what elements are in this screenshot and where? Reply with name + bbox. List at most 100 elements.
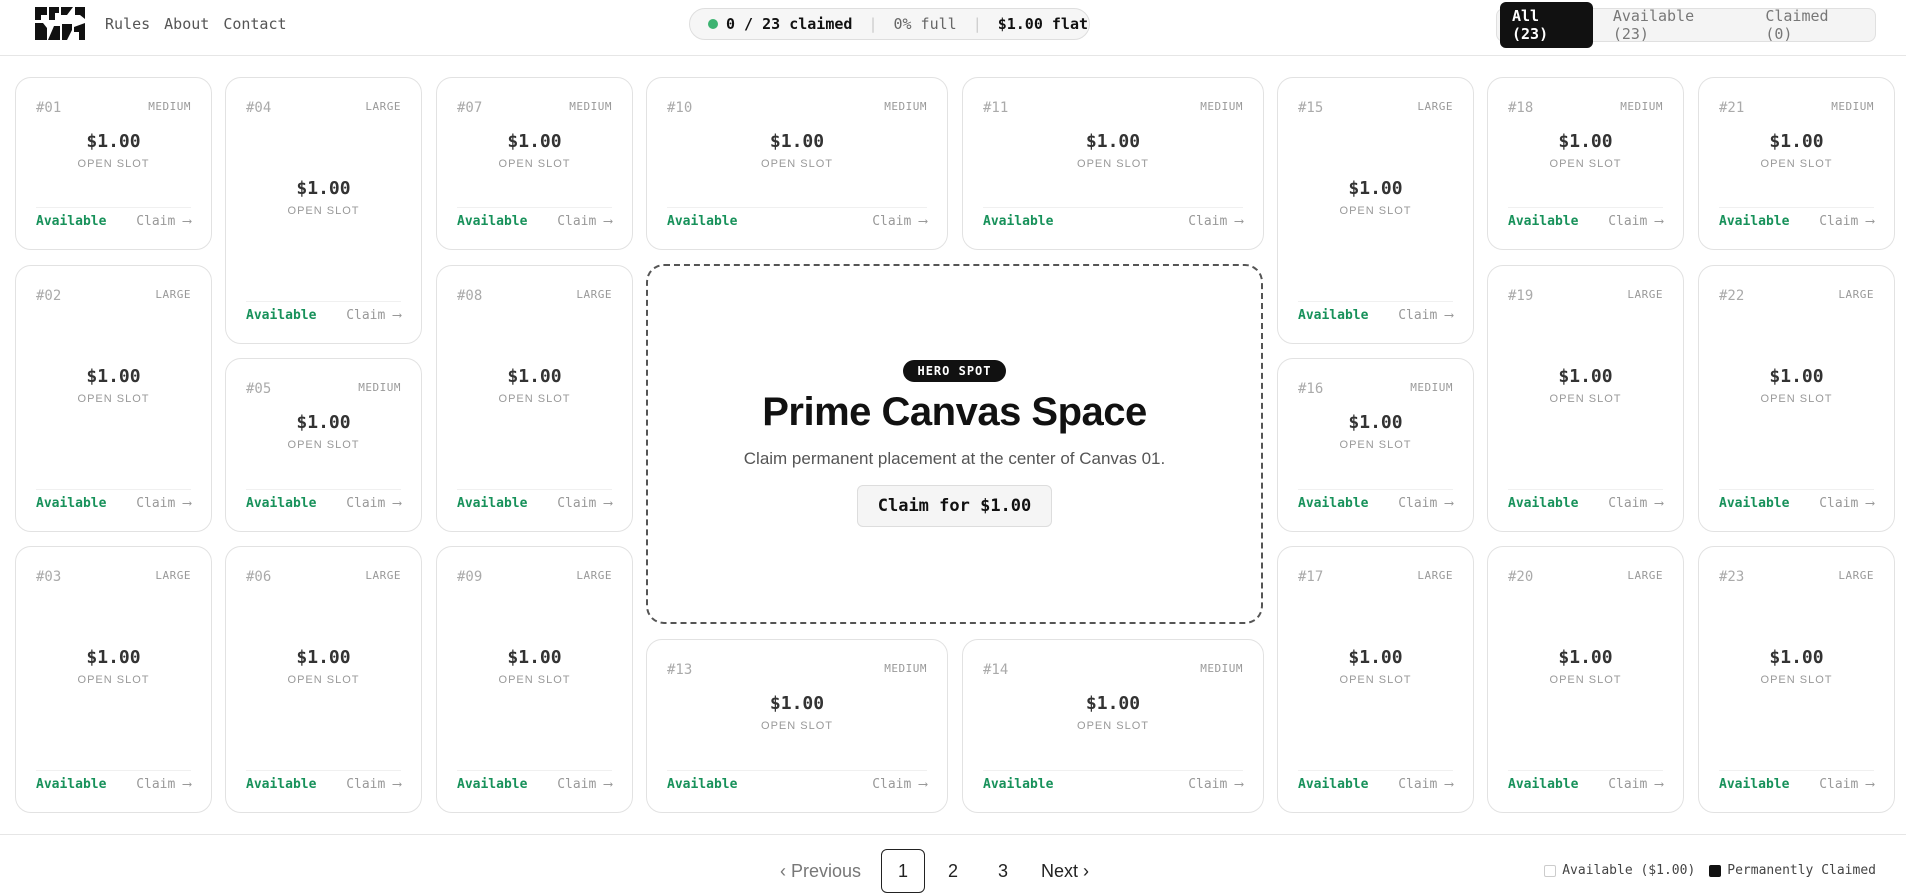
- slot-size: MEDIUM: [1200, 100, 1243, 113]
- claim-link[interactable]: Claim ⟶: [557, 496, 612, 511]
- claim-link[interactable]: Claim ⟶: [557, 214, 612, 229]
- slot-card[interactable]: #08 LARGE $1.00 OPEN SLOT Available Claim ⟶: [436, 265, 633, 532]
- previous-page-button[interactable]: ‹ Previous: [780, 861, 861, 882]
- page-2-button[interactable]: 2: [931, 849, 975, 893]
- slot-number: #13: [667, 662, 693, 678]
- page-3-button[interactable]: 3: [981, 849, 1025, 893]
- claim-link[interactable]: Claim ⟶: [872, 214, 927, 229]
- slot-footer: Available Claim ⟶: [1719, 770, 1874, 792]
- claim-link[interactable]: Claim ⟶: [136, 214, 191, 229]
- slot-card[interactable]: #21 MEDIUM $1.00 OPEN SLOT Available Claim ⟶: [1698, 77, 1895, 250]
- slot-card[interactable]: #10 MEDIUM $1.00 OPEN SLOT Available Claim ⟶: [646, 77, 948, 250]
- tab-claimed[interactable]: Claimed (0): [1753, 2, 1872, 48]
- slot-price: $1.00: [769, 693, 825, 714]
- slot-price-block: $1.00 OPEN SLOT: [226, 647, 421, 686]
- slot-card[interactable]: #18 MEDIUM $1.00 OPEN SLOT Available Claim ⟶: [1487, 77, 1684, 250]
- claim-link[interactable]: Claim ⟶: [346, 496, 401, 511]
- slot-card[interactable]: #05 MEDIUM $1.00 OPEN SLOT Available Claim ⟶: [225, 358, 422, 532]
- slot-card[interactable]: #23 LARGE $1.00 OPEN SLOT Available Claim ⟶: [1698, 546, 1895, 813]
- claim-link[interactable]: Claim ⟶: [136, 777, 191, 792]
- slot-card[interactable]: #03 LARGE $1.00 OPEN SLOT Available Claim ⟶: [15, 546, 212, 813]
- slot-status: Available: [1298, 308, 1369, 323]
- slot-footer: Available Claim ⟶: [1508, 770, 1663, 792]
- slot-status: Available: [1719, 496, 1790, 511]
- slot-card[interactable]: #01 MEDIUM $1.00 OPEN SLOT Available Claim ⟶: [15, 77, 212, 250]
- slot-price: $1.00: [86, 647, 141, 668]
- claim-link[interactable]: Claim ⟶: [346, 308, 401, 323]
- next-label: Next: [1041, 860, 1079, 881]
- slot-number: #01: [36, 100, 62, 116]
- next-page-button[interactable]: Next ›: [1041, 861, 1089, 882]
- slot-status: Available: [983, 777, 1054, 792]
- slot-label: OPEN SLOT: [1760, 674, 1833, 686]
- slot-label: OPEN SLOT: [1549, 158, 1622, 170]
- claimed-swatch-icon: [1709, 864, 1722, 877]
- nav-rules-link[interactable]: Rules: [105, 15, 150, 33]
- pagination: ‹ Previous 1 2 3 Next ›: [780, 849, 1089, 893]
- slot-card[interactable]: #14 MEDIUM $1.00 OPEN SLOT Available Claim ⟶: [962, 639, 1264, 813]
- slot-card[interactable]: #20 LARGE $1.00 OPEN SLOT Available Claim ⟶: [1487, 546, 1684, 813]
- claim-link[interactable]: Claim ⟶: [1819, 214, 1874, 229]
- slot-status: Available: [1719, 214, 1790, 229]
- slot-card[interactable]: #04 LARGE $1.00 OPEN SLOT Available Claim ⟶: [225, 77, 422, 344]
- claim-link[interactable]: Claim ⟶: [872, 777, 927, 792]
- slot-card[interactable]: #17 LARGE $1.00 OPEN SLOT Available Claim ⟶: [1277, 546, 1474, 813]
- tab-all[interactable]: All (23): [1500, 2, 1593, 48]
- slot-number: #21: [1719, 100, 1745, 116]
- slot-card[interactable]: #15 LARGE $1.00 OPEN SLOT Available Claim ⟶: [1277, 77, 1474, 344]
- slot-footer: Available Claim ⟶: [457, 207, 612, 229]
- slot-price-block: $1.00 OPEN SLOT: [226, 412, 421, 451]
- claim-link[interactable]: Claim ⟶: [1188, 214, 1243, 229]
- slot-status: Available: [983, 214, 1054, 229]
- slot-card[interactable]: #16 MEDIUM $1.00 OPEN SLOT Available Claim ⟶: [1277, 358, 1474, 532]
- slot-footer: Available Claim ⟶: [1298, 489, 1453, 511]
- slot-card[interactable]: #02 LARGE $1.00 OPEN SLOT Available Claim ⟶: [15, 265, 212, 532]
- slot-status: Available: [1298, 496, 1369, 511]
- slot-price-block: $1.00 OPEN SLOT: [1488, 647, 1683, 686]
- slot-footer: Available Claim ⟶: [246, 770, 401, 792]
- tab-available[interactable]: Available (23): [1601, 2, 1745, 48]
- slot-card[interactable]: #11 MEDIUM $1.00 OPEN SLOT Available Claim ⟶: [962, 77, 1264, 250]
- claim-link[interactable]: Claim ⟶: [1608, 214, 1663, 229]
- chevron-left-icon: ‹: [780, 860, 791, 881]
- slot-card[interactable]: #13 MEDIUM $1.00 OPEN SLOT Available Claim ⟶: [646, 639, 948, 813]
- claim-link[interactable]: Claim ⟶: [1608, 496, 1663, 511]
- slot-number: #20: [1508, 569, 1534, 585]
- slot-price: $1.00: [296, 178, 351, 199]
- hero-claim-button[interactable]: Claim for $1.00: [856, 485, 1053, 527]
- claim-link[interactable]: Claim ⟶: [1398, 496, 1453, 511]
- slot-price-block: $1.00 OPEN SLOT: [437, 366, 632, 405]
- page-1-button[interactable]: 1: [881, 849, 926, 893]
- claim-link[interactable]: Claim ⟶: [1608, 777, 1663, 792]
- claim-link[interactable]: Claim ⟶: [1819, 496, 1874, 511]
- nav-about-link[interactable]: About: [164, 15, 209, 33]
- slot-label: OPEN SLOT: [498, 393, 571, 405]
- slot-label: OPEN SLOT: [1077, 720, 1149, 732]
- claim-link[interactable]: Claim ⟶: [557, 777, 612, 792]
- slot-number: #07: [457, 100, 483, 116]
- nav-contact-link[interactable]: Contact: [223, 15, 286, 33]
- site-logo-icon[interactable]: [35, 7, 85, 40]
- slot-price-block: $1.00 OPEN SLOT: [963, 131, 1263, 170]
- claim-link[interactable]: Claim ⟶: [1398, 308, 1453, 323]
- claim-link[interactable]: Claim ⟶: [346, 777, 401, 792]
- slot-status: Available: [36, 214, 107, 229]
- slot-card[interactable]: #07 MEDIUM $1.00 OPEN SLOT Available Claim ⟶: [436, 77, 633, 250]
- slot-card[interactable]: #19 LARGE $1.00 OPEN SLOT Available Claim ⟶: [1487, 265, 1684, 532]
- slot-card[interactable]: #09 LARGE $1.00 OPEN SLOT Available Claim ⟶: [436, 546, 633, 813]
- slot-card[interactable]: #06 LARGE $1.00 OPEN SLOT Available Claim ⟶: [225, 546, 422, 813]
- claim-link[interactable]: Claim ⟶: [1819, 777, 1874, 792]
- divider: |: [972, 15, 982, 33]
- claim-link[interactable]: Claim ⟶: [136, 496, 191, 511]
- slot-footer: Available Claim ⟶: [1298, 770, 1453, 792]
- slot-label: OPEN SLOT: [1760, 393, 1833, 405]
- hero-spot-card[interactable]: HERO SPOT Prime Canvas Space Claim perma…: [646, 264, 1263, 624]
- legend: Available ($1.00) Permanently Claimed: [1544, 863, 1876, 878]
- claim-link[interactable]: Claim ⟶: [1188, 777, 1243, 792]
- slot-size: LARGE: [576, 288, 612, 301]
- slot-card[interactable]: #22 LARGE $1.00 OPEN SLOT Available Claim ⟶: [1698, 265, 1895, 532]
- claim-link[interactable]: Claim ⟶: [1398, 777, 1453, 792]
- top-bar: Rules About Contact 0 / 23 claimed | 0% …: [0, 0, 1906, 56]
- slot-footer: Available Claim ⟶: [983, 207, 1243, 229]
- legend-claimed-label: Permanently Claimed: [1727, 863, 1876, 878]
